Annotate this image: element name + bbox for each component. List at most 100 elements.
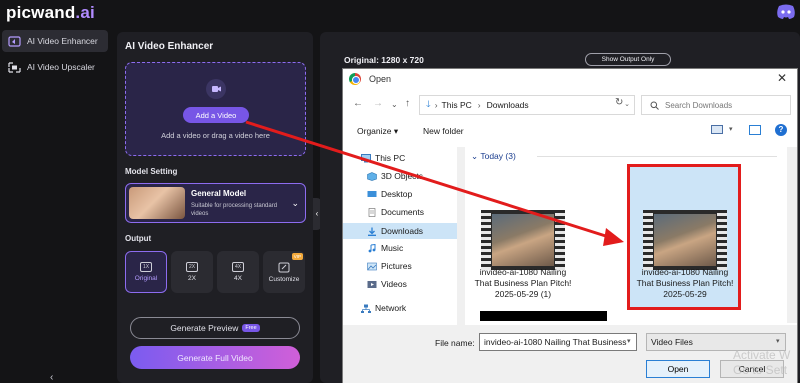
model-selector[interactable]: General Model Suitable for processing st… xyxy=(125,183,306,223)
dialog-toolbar: Organize ▾ New folder ▾ ? xyxy=(343,121,797,141)
breadcrumb-downloads[interactable]: Downloads xyxy=(487,100,529,110)
film-strip-right xyxy=(717,210,727,270)
sidebar-item-desktop[interactable]: Desktop xyxy=(367,189,412,199)
app-logo[interactable]: picwand.ai xyxy=(6,3,95,23)
film-strip-right xyxy=(555,210,565,270)
output-option-label: 2X xyxy=(188,275,196,282)
free-badge: Free xyxy=(242,324,260,332)
breadcrumb-separator-icon: › xyxy=(434,100,438,110)
add-video-button[interactable]: Add a Video xyxy=(183,107,249,123)
forward-arrow-icon[interactable]: → xyxy=(373,98,383,109)
dialog-title: Open xyxy=(369,74,392,84)
chevron-down-icon[interactable]: ▾ xyxy=(627,337,631,345)
download-arrow-icon xyxy=(368,227,376,236)
cancel-button[interactable]: Cancel xyxy=(720,360,784,378)
sidebar-item-3d-objects[interactable]: 3D Objects xyxy=(367,171,423,181)
back-arrow-icon[interactable]: ← xyxy=(353,98,363,109)
output-options: 1X Original 2X 2X 4X 4X VIP Customize xyxy=(125,251,305,293)
preview-pane-icon[interactable] xyxy=(749,125,761,135)
file-name-2[interactable]: invideo-ai-1080 Nailing That Business Pl… xyxy=(633,267,737,300)
sidebar-item-network[interactable]: Network xyxy=(361,303,406,313)
output-option-2x[interactable]: 2X 2X xyxy=(171,251,213,293)
model-name: General Model xyxy=(191,189,247,198)
video-frame xyxy=(654,214,716,266)
close-icon[interactable]: ✕ xyxy=(777,71,787,85)
video-thumbnail-2[interactable] xyxy=(643,210,727,270)
panel-title: AI Video Enhancer xyxy=(125,41,214,52)
output-option-original[interactable]: 1X Original xyxy=(125,251,167,293)
enhancer-panel: AI Video Enhancer Add a Video Add a vide… xyxy=(117,32,313,383)
help-icon[interactable]: ? xyxy=(775,124,787,136)
sidebar-item-videos[interactable]: Videos xyxy=(367,279,407,289)
sidebar-item-label: Pictures xyxy=(381,261,412,271)
generate-full-video-button[interactable]: Generate Full Video xyxy=(130,346,300,369)
model-description: Suitable for processing standard videos xyxy=(191,203,278,217)
up-arrow-icon[interactable]: ↑ xyxy=(405,98,410,109)
file-name-label: File name: xyxy=(435,338,475,348)
scale-2x-icon: 2X xyxy=(186,262,198,272)
nav-item-label: AI Video Enhancer xyxy=(27,36,98,46)
sidebar-item-label: Documents xyxy=(381,207,424,217)
scale-1x-icon: 1X xyxy=(140,262,152,272)
sidebar-item-label: Videos xyxy=(381,279,407,289)
output-option-label: Customize xyxy=(268,275,300,283)
model-thumbnail xyxy=(129,187,185,219)
output-option-4x[interactable]: 4X 4X xyxy=(217,251,259,293)
model-setting-label: Model Setting xyxy=(125,167,178,176)
refresh-icon[interactable]: ↻ xyxy=(615,97,623,108)
search-input[interactable]: Search Downloads xyxy=(641,95,791,115)
new-folder-button[interactable]: New folder xyxy=(423,126,464,136)
file-name-input[interactable]: invideo-ai-1080 Nailing That Business xyxy=(479,333,637,351)
discord-icon[interactable] xyxy=(776,4,796,20)
sidebar-item-documents[interactable]: Documents xyxy=(367,207,424,217)
recent-dropdown-icon[interactable]: ⌄ xyxy=(391,100,398,109)
sidebar-item-downloads[interactable]: Downloads xyxy=(343,223,457,239)
search-placeholder: Search Downloads xyxy=(665,100,733,110)
computer-icon xyxy=(361,153,371,162)
generate-preview-button[interactable]: Generate Preview Free xyxy=(130,317,300,339)
sidebar-item-pictures[interactable]: Pictures xyxy=(367,261,412,271)
breadcrumb-this-pc[interactable]: This PC xyxy=(442,100,472,110)
dialog-sidebar: This PC 3D Objects Desktop Documents Dow… xyxy=(343,147,461,323)
nav-item-video-upscaler[interactable]: AI Video Upscaler xyxy=(2,56,108,78)
file-type-select[interactable]: Video Files xyxy=(646,333,786,351)
group-header-label: Today (3) xyxy=(480,151,516,161)
open-button[interactable]: Open xyxy=(646,360,710,378)
sidebar-item-this-pc[interactable]: This PC xyxy=(361,153,405,163)
sidebar-scrollbar[interactable] xyxy=(457,147,465,327)
documents-icon xyxy=(368,207,376,217)
address-bar[interactable]: 🡓 › This PC › Downloads ⌄ xyxy=(419,95,635,115)
chevron-down-icon[interactable]: ▾ xyxy=(729,125,733,133)
sidebar-item-label: Network xyxy=(375,303,407,313)
sidebar-item-label: Downloads xyxy=(381,226,424,236)
breadcrumb-separator-icon: › xyxy=(477,100,481,110)
video-thumbnail-1[interactable] xyxy=(481,210,565,270)
output-option-customize[interactable]: VIP Customize xyxy=(263,251,305,293)
view-options-icon[interactable] xyxy=(711,125,723,134)
original-resolution-label: Original: 1280 x 720 xyxy=(344,55,424,65)
sidebar-item-music[interactable]: Music xyxy=(367,243,403,253)
nav-item-video-enhancer[interactable]: AI Video Enhancer xyxy=(2,30,108,52)
group-header-today[interactable]: ⌄ Today (3) xyxy=(471,151,516,162)
file-name-1[interactable]: invideo-ai-1080 Nailing That Business Pl… xyxy=(471,267,575,300)
show-output-only-button[interactable]: Show Output Only xyxy=(585,53,671,66)
desktop-icon xyxy=(367,190,377,197)
video-drop-zone[interactable]: Add a Video Add a video or drag a video … xyxy=(125,62,306,156)
chevron-down-icon: ⌄ xyxy=(291,198,299,208)
chrome-icon xyxy=(349,73,361,85)
organize-menu[interactable]: Organize ▾ xyxy=(357,126,398,137)
file-list-scrollbar[interactable] xyxy=(787,147,797,323)
pictures-icon xyxy=(367,262,377,270)
output-option-label: Original xyxy=(134,275,158,282)
sidebar-nav: AI Video Enhancer AI Video Upscaler xyxy=(0,30,110,82)
video-upload-icon xyxy=(206,79,226,99)
upload-hint: Add a video or drag a video here xyxy=(161,131,270,140)
cube-icon xyxy=(367,171,377,181)
chevron-down-icon[interactable]: ▾ xyxy=(776,337,780,345)
chevron-left-icon[interactable]: ‹ xyxy=(50,372,53,383)
chevron-down-icon[interactable]: ⌄ xyxy=(624,100,630,108)
organize-label: Organize xyxy=(357,126,392,136)
sidebar-item-label: Music xyxy=(381,243,404,253)
output-option-label: 4X xyxy=(234,275,242,282)
search-icon xyxy=(650,101,659,110)
